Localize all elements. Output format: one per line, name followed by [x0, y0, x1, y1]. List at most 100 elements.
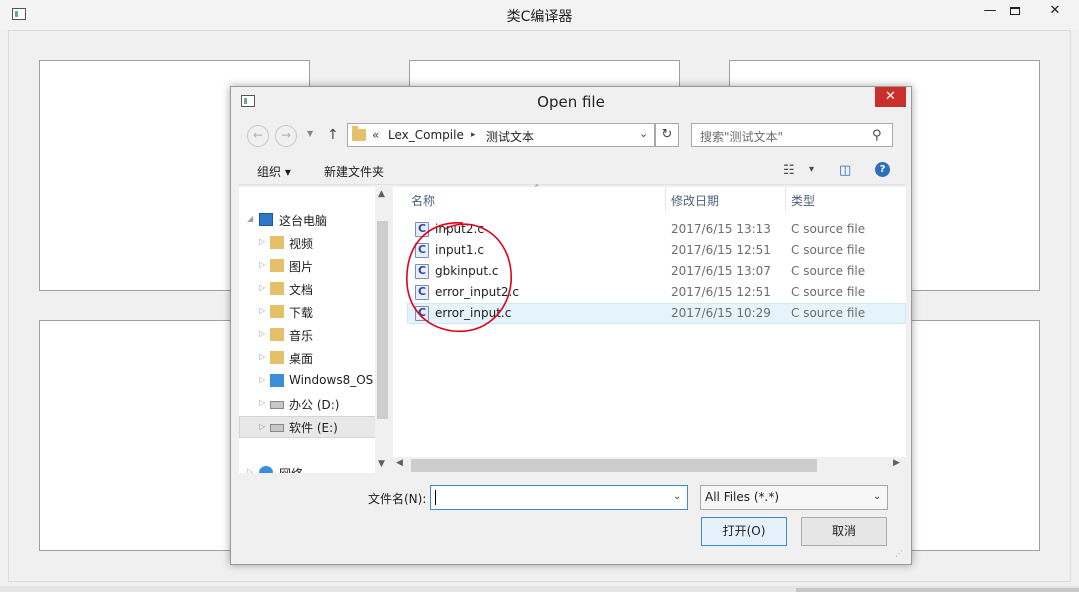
breadcrumb-separator-icon[interactable]: ▸ [471, 130, 476, 140]
nav-item-pictures[interactable]: ▷ 图片 [239, 255, 390, 277]
c-file-icon [415, 264, 429, 279]
file-name: input1.c [435, 243, 484, 257]
dialog-toolbar: 组织 ▾ 新建文件夹 ☷ ▾ ◫ ? [239, 155, 905, 185]
file-type: C source file [791, 264, 866, 278]
file-type-value: All Files (*.*) [705, 490, 780, 504]
file-list: ⌃ 名称 修改日期 类型 input2.c 2017/6/15 13:13 C … [393, 184, 906, 473]
address-bar[interactable]: « Lex_Compile ▸ 测试文本 [347, 123, 655, 147]
scroll-thumb[interactable] [377, 221, 388, 419]
forward-button[interactable]: → [275, 125, 297, 147]
recent-locations-dropdown[interactable]: ▼ [307, 129, 313, 138]
nav-item-label: 这台电脑 [279, 214, 328, 228]
search-icon: ⚲ [872, 128, 882, 143]
file-type-select[interactable]: All Files (*.*) ⌄ [700, 485, 888, 510]
breadcrumb-test-text[interactable]: 测试文本 [486, 128, 534, 145]
file-date: 2017/6/15 13:13 [671, 222, 771, 236]
videos-folder-icon [270, 236, 284, 249]
file-type-dropdown-icon[interactable]: ⌄ [873, 491, 881, 502]
nav-item-music[interactable]: ▷ 音乐 [239, 324, 390, 346]
expand-icon[interactable]: ▷ [259, 260, 265, 269]
nav-item-videos[interactable]: ▷ 视频 [239, 232, 390, 254]
new-folder-button[interactable]: 新建文件夹 [324, 163, 384, 180]
resize-grip-icon[interactable]: ⋰ [895, 549, 903, 558]
filename-input[interactable]: ⌄ [430, 485, 688, 510]
nav-item-label: 视频 [289, 237, 314, 251]
cancel-button[interactable]: 取消 [801, 517, 887, 546]
music-folder-icon [270, 328, 284, 341]
back-button[interactable]: ← [247, 125, 269, 147]
search-input[interactable]: 搜索"测试文本" ⚲ [691, 123, 893, 147]
help-icon[interactable]: ? [875, 162, 890, 177]
navigation-pane: ◢ 这台电脑 ▷ 视频 ▷ 图片 ▷ 文档 ▷ 下载 ▷ 音乐 ▷ 桌面 ▷ W… [239, 187, 390, 473]
expand-icon[interactable]: ▷ [259, 398, 265, 407]
scroll-up-icon[interactable]: ▲ [378, 189, 385, 199]
expand-icon[interactable]: ▷ [259, 375, 265, 384]
file-type: C source file [791, 222, 866, 236]
scroll-down-icon[interactable]: ▼ [378, 459, 385, 469]
nav-item-label: 桌面 [289, 352, 314, 366]
nav-item-windows8-os[interactable]: ▷ Windows8_OS [239, 370, 390, 392]
file-name: error_input2.c [435, 285, 519, 299]
column-header-date[interactable]: 修改日期 [671, 192, 719, 209]
scroll-right-icon[interactable]: ▶ [893, 458, 900, 468]
column-divider[interactable] [665, 187, 666, 211]
expand-icon[interactable]: ▷ [259, 329, 265, 338]
scroll-left-icon[interactable]: ◀ [396, 458, 403, 468]
network-icon [259, 466, 273, 473]
minimize-button[interactable]: — [976, 2, 1004, 22]
nav-item-label: 办公 (D:) [289, 398, 340, 412]
open-file-dialog: Open file ✕ ← → ▼ ↑ « Lex_Compile ▸ 测试文本… [230, 86, 912, 565]
drive-icon [270, 401, 284, 409]
breadcrumb-lex-compile[interactable]: Lex_Compile [388, 128, 464, 142]
nav-item-network[interactable]: ▷ 网络 [239, 462, 390, 473]
computer-icon [259, 213, 273, 226]
file-row[interactable]: input1.c 2017/6/15 12:51 C source file [407, 240, 906, 261]
nav-item-documents[interactable]: ▷ 文档 [239, 278, 390, 300]
organize-menu[interactable]: 组织 ▾ [257, 163, 291, 180]
nav-item-downloads[interactable]: ▷ 下载 [239, 301, 390, 323]
windows-drive-icon [270, 374, 284, 387]
refresh-button[interactable]: ↻ [655, 123, 679, 147]
preview-pane-icon[interactable]: ◫ [839, 163, 851, 178]
breadcrumb-overflow[interactable]: « [372, 128, 379, 142]
file-name: input2.c [435, 222, 484, 236]
column-header-name[interactable]: 名称 [411, 192, 435, 209]
expand-icon[interactable]: ▷ [259, 352, 265, 361]
file-type: C source file [791, 285, 866, 299]
scroll-thumb[interactable] [411, 459, 817, 472]
up-one-level-button[interactable]: ↑ [327, 127, 339, 143]
c-file-icon [415, 306, 429, 321]
filename-label: 文件名(N): [368, 492, 427, 506]
nav-item-drive-e[interactable]: ▷ 软件 (E:) [239, 416, 390, 438]
address-dropdown-icon[interactable]: ⌄ [639, 127, 648, 140]
file-row-selected[interactable]: error_input.c 2017/6/15 10:29 C source f… [407, 303, 906, 324]
expand-icon[interactable]: ◢ [247, 214, 253, 223]
file-list-hscrollbar[interactable]: ◀ ▶ [393, 457, 906, 474]
file-type: C source file [791, 306, 866, 320]
expand-icon[interactable]: ▷ [259, 422, 265, 431]
expand-icon[interactable]: ▷ [259, 283, 265, 292]
open-button[interactable]: 打开(O) [701, 517, 787, 546]
nav-item-drive-d[interactable]: ▷ 办公 (D:) [239, 393, 390, 415]
folder-icon [352, 126, 366, 141]
expand-icon[interactable]: ▷ [247, 467, 253, 473]
view-options-icon[interactable]: ☷ [783, 163, 795, 178]
search-placeholder: 搜索"测试文本" [700, 130, 784, 144]
file-row[interactable]: input2.c 2017/6/15 13:13 C source file [407, 219, 906, 240]
status-strip [796, 588, 1079, 592]
nav-pane-scrollbar[interactable]: ▲ ▼ [375, 187, 390, 473]
expand-icon[interactable]: ▷ [259, 237, 265, 246]
main-close-button[interactable]: ✕ [1031, 2, 1079, 22]
column-header-type[interactable]: 类型 [791, 192, 815, 209]
filename-dropdown-icon[interactable]: ⌄ [673, 491, 681, 502]
column-divider[interactable] [785, 187, 786, 211]
expand-icon[interactable]: ▷ [259, 306, 265, 315]
maximize-button[interactable] [1001, 2, 1029, 22]
nav-item-this-pc[interactable]: ◢ 这台电脑 [239, 209, 390, 231]
file-row[interactable]: error_input2.c 2017/6/15 12:51 C source … [407, 282, 906, 303]
nav-item-desktop[interactable]: ▷ 桌面 [239, 347, 390, 369]
nav-item-label: 文档 [289, 283, 314, 297]
dialog-close-button[interactable]: ✕ [875, 87, 906, 107]
file-row[interactable]: gbkinput.c 2017/6/15 13:07 C source file [407, 261, 906, 282]
view-options-dropdown-icon[interactable]: ▾ [809, 164, 814, 175]
